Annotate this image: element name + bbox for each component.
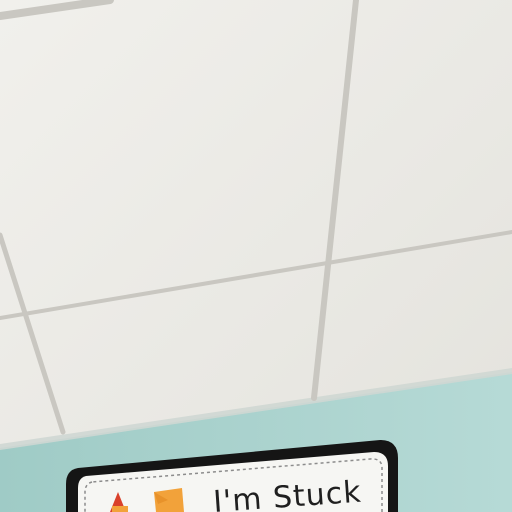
- scene-svg: I'm Stuck: [0, 0, 512, 512]
- classroom-ceiling-photo: I'm Stuck: [0, 0, 512, 512]
- crayon-band: [112, 506, 128, 512]
